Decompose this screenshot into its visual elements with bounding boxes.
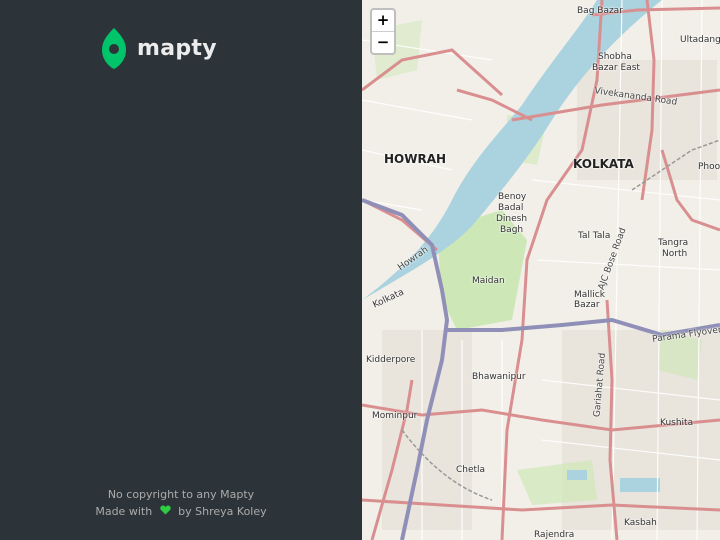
map-label-bag-bazar: Bag Bazar bbox=[577, 6, 623, 16]
app: mapty No copyright to any Mapty Made wit… bbox=[0, 0, 720, 540]
map-label-maidan: Maidan bbox=[472, 276, 505, 286]
logo: mapty bbox=[101, 26, 217, 70]
map-label-mominpur: Mominpur bbox=[372, 411, 418, 421]
map-label-howrah: HOWRAH bbox=[384, 152, 447, 166]
map-pin-icon bbox=[102, 28, 126, 69]
map-label-kolkata: KOLKATA bbox=[573, 157, 634, 171]
map-label-phool: Phool bbox=[698, 162, 720, 172]
map-label-bagh: Bagh bbox=[500, 225, 524, 235]
footer-credits: Made with by Shreya Koley bbox=[0, 503, 362, 521]
map-label-dinesh: Dinesh bbox=[496, 214, 528, 224]
map-label-kushita: Kushita bbox=[660, 418, 694, 428]
map-tiles[interactable] bbox=[362, 0, 720, 540]
zoom-out-button[interactable]: − bbox=[372, 31, 394, 53]
map-label-chetla: Chetla bbox=[456, 465, 486, 475]
heart-icon bbox=[159, 503, 171, 520]
footer-author: by Shreya Koley bbox=[178, 504, 267, 518]
footer-made-with: Made with bbox=[95, 504, 153, 518]
footer: No copyright to any Mapty Made with by S… bbox=[0, 486, 362, 521]
footer-copyright: No copyright to any Mapty bbox=[107, 487, 255, 501]
map-label-tangra: Tangra bbox=[658, 238, 689, 248]
map-label-bhawanipur: Bhawanipur bbox=[472, 372, 526, 382]
map-label-mallick: Mallick bbox=[574, 290, 605, 300]
sidebar: mapty No copyright to any Mapty Made wit… bbox=[0, 0, 362, 540]
map[interactable]: + − Bag Bazar Ultadang Shobha Bazar East… bbox=[362, 0, 720, 540]
map-label-shobha: Shobha bbox=[598, 52, 632, 62]
map-label-bazar: Bazar bbox=[574, 300, 600, 310]
map-label-north: North bbox=[662, 249, 688, 259]
map-label-bazar-east: Bazar East bbox=[592, 63, 640, 73]
map-label-kidderpore: Kidderpore bbox=[366, 355, 416, 365]
zoom-in-button[interactable]: + bbox=[372, 10, 394, 31]
map-label-badal: Badal bbox=[498, 203, 524, 213]
map-label-ultadanga: Ultadang bbox=[680, 35, 720, 45]
map-label-tal-tala: Tal Tala bbox=[578, 231, 611, 241]
map-label-rajendra: Rajendra bbox=[534, 530, 575, 540]
zoom-control: + − bbox=[370, 8, 396, 55]
map-label-kasbah: Kasbah bbox=[624, 518, 657, 528]
logo-text: mapty bbox=[137, 35, 217, 61]
map-label-benoy: Benoy bbox=[498, 192, 527, 202]
